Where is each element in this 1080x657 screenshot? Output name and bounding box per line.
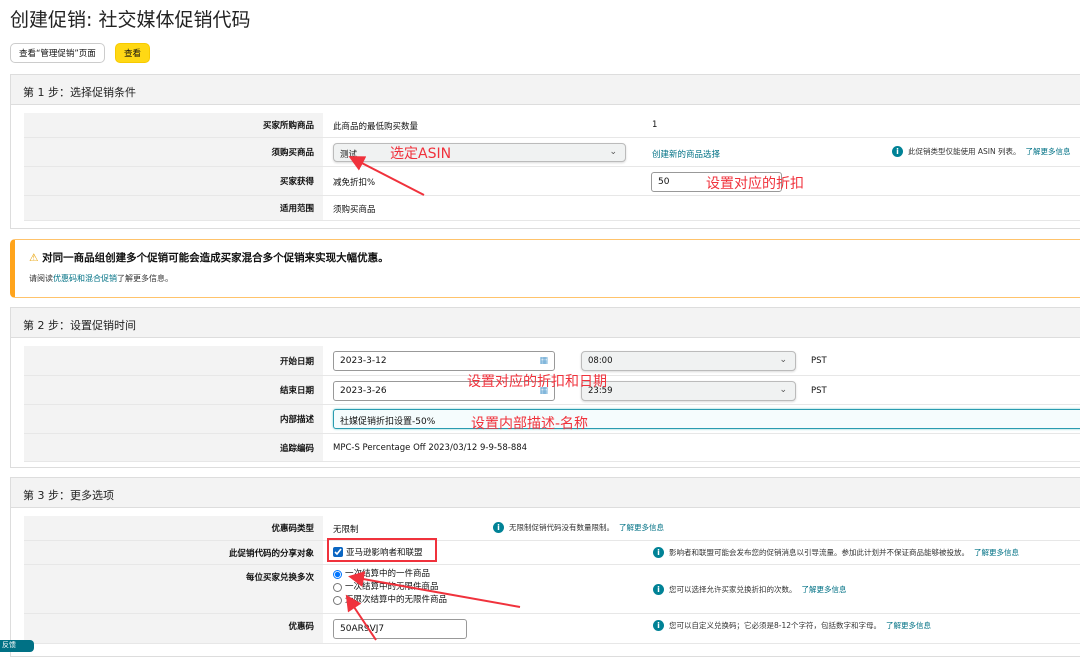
annotation-arrows	[345, 156, 521, 641]
arrow-radio	[348, 571, 521, 608]
arrow-asin	[348, 156, 425, 196]
arrow-radio-2	[345, 594, 377, 641]
